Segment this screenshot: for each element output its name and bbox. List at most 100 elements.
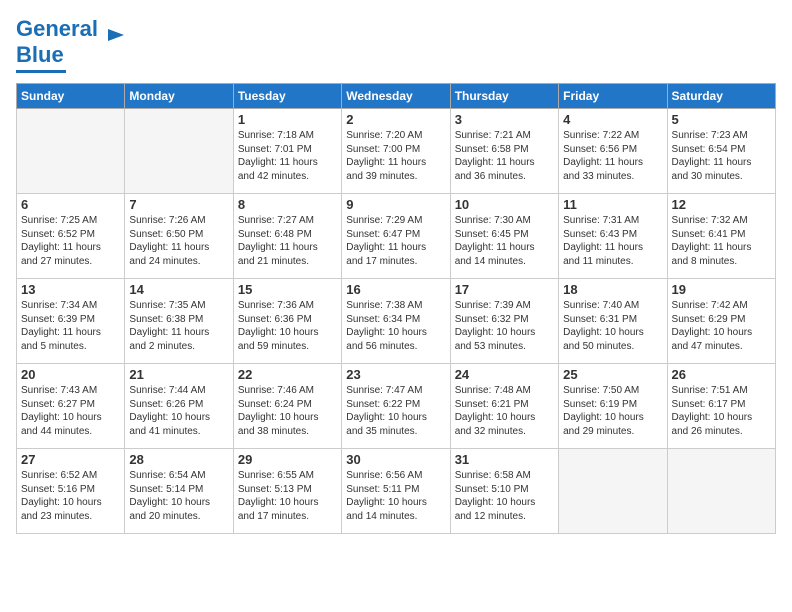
calendar-cell: 3 Sunrise: 7:21 AMSunset: 6:58 PMDaylight… — [450, 109, 558, 194]
day-number: 6 — [21, 197, 120, 212]
cell-info: Sunrise: 6:55 AMSunset: 5:13 PMDaylight:… — [238, 469, 337, 523]
calendar-cell: 17 Sunrise: 7:39 AMSunset: 6:32 PMDayligh… — [450, 279, 558, 364]
logo-text: General Blue — [16, 16, 98, 68]
day-number: 27 — [21, 452, 120, 467]
day-number: 7 — [129, 197, 228, 212]
calendar-cell: 1Sunrise: 7:18 AMSunset: 7:01 PMDaylight… — [233, 109, 341, 194]
day-number: 26 — [672, 367, 771, 382]
cell-info: Sunrise: 7:32 AMSunset: 6:41 PMDaylight:… — [672, 214, 771, 268]
cell-info: Sunrise: 7:47 AMSunset: 6:22 PMDaylight:… — [346, 384, 445, 438]
day-number: 12 — [672, 197, 771, 212]
calendar-cell: 24 Sunrise: 7:48 AMSunset: 6:21 PMDayligh… — [450, 364, 558, 449]
day-number: 13 — [21, 282, 120, 297]
calendar-cell: 6 Sunrise: 7:25 AMSunset: 6:52 PMDaylight… — [17, 194, 125, 279]
cell-info: Sunrise: 6:54 AMSunset: 5:14 PMDaylight:… — [129, 469, 228, 523]
calendar-cell: 2Sunrise: 7:20 AMSunset: 7:00 PMDaylight… — [342, 109, 450, 194]
week-row-4: 20Sunrise: 7:43 AMSunset: 6:27 PMDayligh… — [17, 364, 776, 449]
day-number: 17 — [455, 282, 554, 297]
calendar-cell: 5Sunrise: 7:23 AMSunset: 6:54 PMDaylight… — [667, 109, 775, 194]
cell-info: Sunrise: 7:23 AMSunset: 6:54 PMDaylight:… — [672, 129, 771, 183]
header-cell-wednesday: Wednesday — [342, 84, 450, 109]
calendar-cell: 14 Sunrise: 7:35 AMSunset: 6:38 PMDayligh… — [125, 279, 233, 364]
day-number: 31 — [455, 452, 554, 467]
day-number: 30 — [346, 452, 445, 467]
cell-info: Sunrise: 7:43 AMSunset: 6:27 PMDaylight:… — [21, 384, 120, 438]
cell-info: Sunrise: 6:56 AMSunset: 5:11 PMDaylight:… — [346, 469, 445, 523]
day-number: 25 — [563, 367, 662, 382]
calendar-cell — [125, 109, 233, 194]
calendar-cell: 9Sunrise: 7:29 AMSunset: 6:47 PMDaylight… — [342, 194, 450, 279]
cell-info: Sunrise: 7:48 AMSunset: 6:21 PMDaylight:… — [455, 384, 554, 438]
calendar-cell: 31 Sunrise: 6:58 AMSunset: 5:10 PMDayligh… — [450, 449, 558, 534]
cell-info: Sunrise: 7:51 AMSunset: 6:17 PMDaylight:… — [672, 384, 771, 438]
calendar-cell: 13 Sunrise: 7:34 AMSunset: 6:39 PMDayligh… — [17, 279, 125, 364]
day-number: 16 — [346, 282, 445, 297]
header-cell-sunday: Sunday — [17, 84, 125, 109]
day-number: 15 — [238, 282, 337, 297]
day-number: 14 — [129, 282, 228, 297]
cell-info: Sunrise: 7:25 AMSunset: 6:52 PMDaylight:… — [21, 214, 120, 268]
day-number: 18 — [563, 282, 662, 297]
calendar-cell: 16 Sunrise: 7:38 AMSunset: 6:34 PMDayligh… — [342, 279, 450, 364]
header-cell-thursday: Thursday — [450, 84, 558, 109]
cell-info: Sunrise: 6:52 AMSunset: 5:16 PMDaylight:… — [21, 469, 120, 523]
calendar-cell — [559, 449, 667, 534]
header-cell-saturday: Saturday — [667, 84, 775, 109]
calendar-cell: 25 Sunrise: 7:50 AMSunset: 6:19 PMDayligh… — [559, 364, 667, 449]
calendar-cell: 26 Sunrise: 7:51 AMSunset: 6:17 PMDayligh… — [667, 364, 775, 449]
calendar-cell: 15 Sunrise: 7:36 AMSunset: 6:36 PMDayligh… — [233, 279, 341, 364]
calendar-cell: 11 Sunrise: 7:31 AMSunset: 6:43 PMDayligh… — [559, 194, 667, 279]
calendar-cell: 4Sunrise: 7:22 AMSunset: 6:56 PMDaylight… — [559, 109, 667, 194]
day-number: 21 — [129, 367, 228, 382]
cell-info: Sunrise: 7:50 AMSunset: 6:19 PMDaylight:… — [563, 384, 662, 438]
week-row-1: 1Sunrise: 7:18 AMSunset: 7:01 PMDaylight… — [17, 109, 776, 194]
calendar-table: SundayMondayTuesdayWednesdayThursdayFrid… — [16, 83, 776, 534]
day-number: 11 — [563, 197, 662, 212]
week-row-5: 27 Sunrise: 6:52 AMSunset: 5:16 PMDayligh… — [17, 449, 776, 534]
cell-info: Sunrise: 7:38 AMSunset: 6:34 PMDaylight:… — [346, 299, 445, 353]
cell-info: Sunrise: 7:44 AMSunset: 6:26 PMDaylight:… — [129, 384, 228, 438]
day-number: 9 — [346, 197, 445, 212]
calendar-cell: 29 Sunrise: 6:55 AMSunset: 5:13 PMDayligh… — [233, 449, 341, 534]
logo: General Blue — [16, 16, 130, 73]
day-number: 3 — [455, 112, 554, 127]
day-number: 2 — [346, 112, 445, 127]
cell-info: Sunrise: 7:36 AMSunset: 6:36 PMDaylight:… — [238, 299, 337, 353]
calendar-header: SundayMondayTuesdayWednesdayThursdayFrid… — [17, 84, 776, 109]
calendar-cell: 20Sunrise: 7:43 AMSunset: 6:27 PMDayligh… — [17, 364, 125, 449]
day-number: 10 — [455, 197, 554, 212]
week-row-3: 13 Sunrise: 7:34 AMSunset: 6:39 PMDayligh… — [17, 279, 776, 364]
logo-icon — [102, 21, 130, 49]
header-row: SundayMondayTuesdayWednesdayThursdayFrid… — [17, 84, 776, 109]
cell-info: Sunrise: 7:22 AMSunset: 6:56 PMDaylight:… — [563, 129, 662, 183]
header-cell-monday: Monday — [125, 84, 233, 109]
cell-info: Sunrise: 7:31 AMSunset: 6:43 PMDaylight:… — [563, 214, 662, 268]
cell-info: Sunrise: 7:39 AMSunset: 6:32 PMDaylight:… — [455, 299, 554, 353]
day-number: 19 — [672, 282, 771, 297]
calendar-cell: 19 Sunrise: 7:42 AMSunset: 6:29 PMDayligh… — [667, 279, 775, 364]
day-number: 23 — [346, 367, 445, 382]
cell-info: Sunrise: 7:26 AMSunset: 6:50 PMDaylight:… — [129, 214, 228, 268]
calendar-cell — [667, 449, 775, 534]
cell-info: Sunrise: 6:58 AMSunset: 5:10 PMDaylight:… — [455, 469, 554, 523]
calendar-cell: 12 Sunrise: 7:32 AMSunset: 6:41 PMDayligh… — [667, 194, 775, 279]
cell-info: Sunrise: 7:40 AMSunset: 6:31 PMDaylight:… — [563, 299, 662, 353]
header-cell-friday: Friday — [559, 84, 667, 109]
calendar-cell: 7 Sunrise: 7:26 AMSunset: 6:50 PMDaylight… — [125, 194, 233, 279]
cell-info: Sunrise: 7:18 AMSunset: 7:01 PMDaylight:… — [238, 129, 337, 183]
cell-info: Sunrise: 7:34 AMSunset: 6:39 PMDaylight:… — [21, 299, 120, 353]
header-cell-tuesday: Tuesday — [233, 84, 341, 109]
cell-info: Sunrise: 7:42 AMSunset: 6:29 PMDaylight:… — [672, 299, 771, 353]
week-row-2: 6 Sunrise: 7:25 AMSunset: 6:52 PMDaylight… — [17, 194, 776, 279]
cell-info: Sunrise: 7:35 AMSunset: 6:38 PMDaylight:… — [129, 299, 228, 353]
calendar-cell: 23 Sunrise: 7:47 AMSunset: 6:22 PMDayligh… — [342, 364, 450, 449]
calendar-cell: 10Sunrise: 7:30 AMSunset: 6:45 PMDayligh… — [450, 194, 558, 279]
cell-info: Sunrise: 7:21 AMSunset: 6:58 PMDaylight:… — [455, 129, 554, 183]
day-number: 29 — [238, 452, 337, 467]
calendar-body: 1Sunrise: 7:18 AMSunset: 7:01 PMDaylight… — [17, 109, 776, 534]
calendar-cell: 30 Sunrise: 6:56 AMSunset: 5:11 PMDayligh… — [342, 449, 450, 534]
logo-underline — [16, 70, 66, 73]
day-number: 24 — [455, 367, 554, 382]
calendar-cell: 22Sunrise: 7:46 AMSunset: 6:24 PMDayligh… — [233, 364, 341, 449]
day-number: 8 — [238, 197, 337, 212]
